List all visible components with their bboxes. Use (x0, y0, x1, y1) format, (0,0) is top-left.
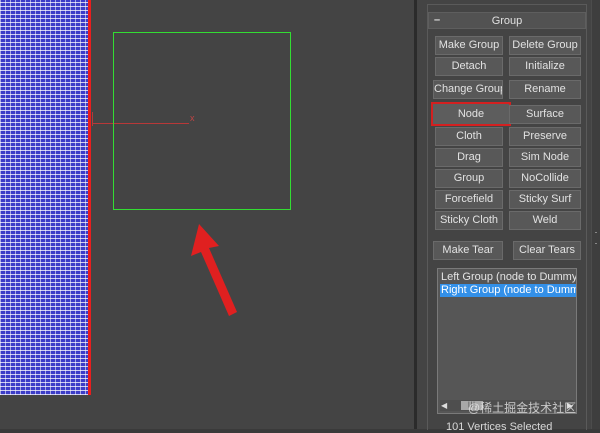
pivot-axis-tick (92, 112, 93, 126)
preserve-button[interactable]: Preserve (509, 127, 581, 146)
scroll-left-icon[interactable]: ◀ (441, 400, 447, 411)
delete-group-button[interactable]: Delete Group (509, 36, 581, 55)
clear-tears-button[interactable]: Clear Tears (513, 241, 581, 260)
list-item-left-group[interactable]: Left Group (node to Dummy (440, 271, 576, 284)
watermark: @稀土掘金技术社区 (468, 401, 577, 415)
dummy-helper-box[interactable] (113, 32, 291, 210)
cloth-mesh[interactable] (0, 0, 90, 395)
panel-scrollbar[interactable] (591, 0, 600, 429)
weld-button[interactable]: Weld (509, 211, 581, 230)
node-button[interactable]: Node (431, 102, 511, 126)
make-group-button[interactable]: Make Group (435, 36, 503, 55)
list-item-right-group[interactable]: Right Group (node to Dumm (440, 284, 576, 297)
cloth-button[interactable]: Cloth (435, 127, 503, 146)
annotation-arrow-icon (191, 224, 237, 316)
initialize-button[interactable]: Initialize (509, 57, 581, 76)
rename-button[interactable]: Rename (509, 80, 581, 99)
selected-vertices-edge (88, 0, 91, 395)
rollout-header[interactable]: – Group (428, 12, 586, 29)
command-panel: – Group Make Group Delete Group Detach I… (417, 0, 600, 433)
sticky-cloth-button[interactable]: Sticky Cloth (435, 211, 503, 230)
forcefield-button[interactable]: Forcefield (435, 190, 503, 209)
nocollide-button[interactable]: NoCollide (509, 169, 581, 188)
sim-node-button[interactable]: Sim Node (509, 148, 581, 167)
detach-button[interactable]: Detach (435, 57, 503, 76)
group-button[interactable]: Group (435, 169, 503, 188)
grip-icon[interactable] (595, 232, 597, 244)
group-listbox[interactable]: Left Group (node to Dummy Right Group (n… (437, 268, 577, 414)
rollout-title: Group (491, 15, 523, 27)
selection-status: 101 Vertices Selected (446, 421, 553, 433)
viewport[interactable]: x (0, 0, 414, 429)
surface-button[interactable]: Surface (509, 105, 581, 124)
make-tear-button[interactable]: Make Tear (433, 241, 503, 260)
sticky-surf-button[interactable]: Sticky Surf (509, 190, 581, 209)
drag-button[interactable]: Drag (435, 148, 503, 167)
change-group-button[interactable]: Change Group (433, 80, 503, 99)
